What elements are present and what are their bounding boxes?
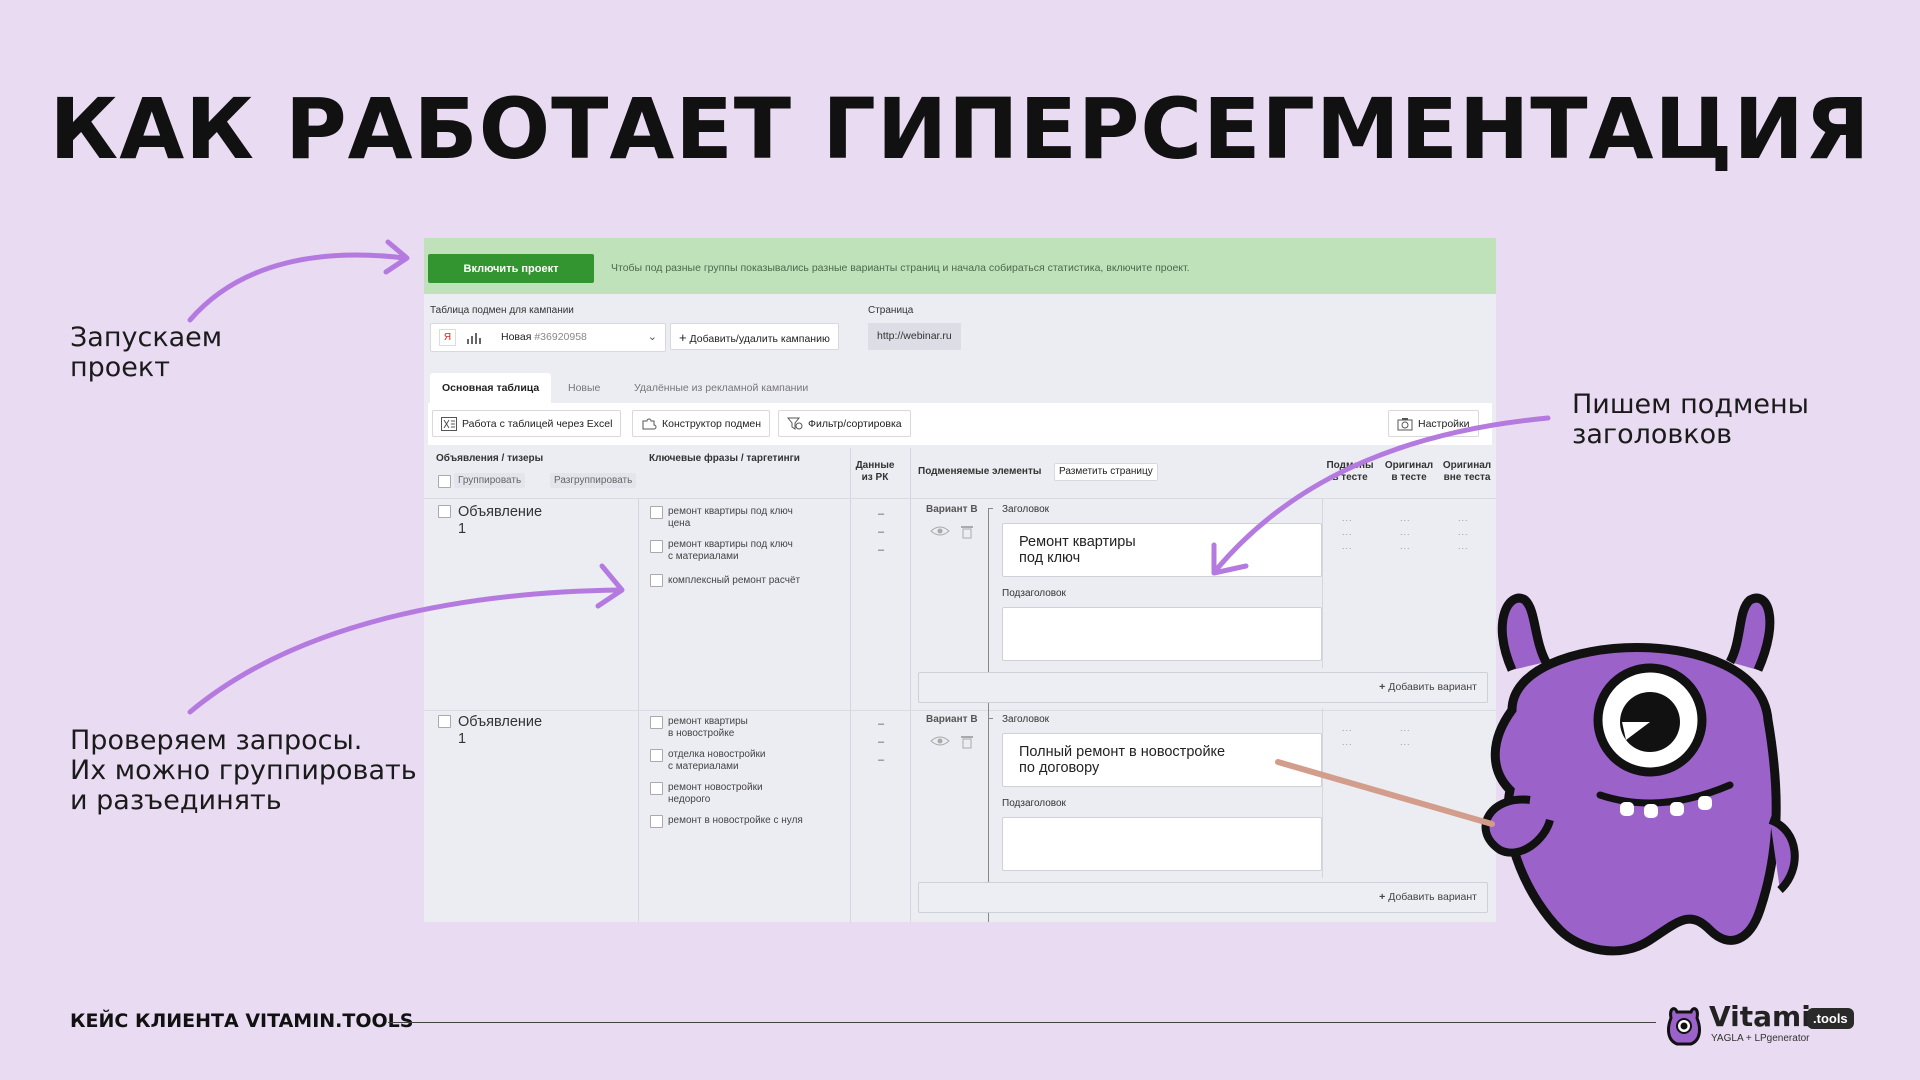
arrow-headlines xyxy=(1213,415,1551,573)
logo-monster-icon xyxy=(1667,1007,1701,1046)
arrow-launch xyxy=(187,252,408,323)
footer-case-label: КЕЙС КЛИЕНТА VITAMIN.TOOLS xyxy=(70,1010,414,1032)
mascot-tooth xyxy=(1644,804,1658,818)
arrow-head xyxy=(595,563,625,609)
mascot-left-horn xyxy=(1497,593,1551,672)
mascot-tooth xyxy=(1670,802,1684,816)
brand-badge: .tools xyxy=(1807,1008,1854,1029)
brand-tagline: YAGLA + LPgenerator xyxy=(1711,1033,1810,1044)
mascot-tooth xyxy=(1620,802,1634,816)
pointer-stick xyxy=(1275,759,1495,827)
arrow-queries xyxy=(187,587,623,715)
mascot-tooth xyxy=(1698,796,1712,810)
vitamin-logo: Vitamin .tools YAGLA + LPgenerator xyxy=(1665,1000,1855,1050)
mascot-right-horn xyxy=(1725,593,1775,672)
footer-divider xyxy=(388,1022,1656,1023)
